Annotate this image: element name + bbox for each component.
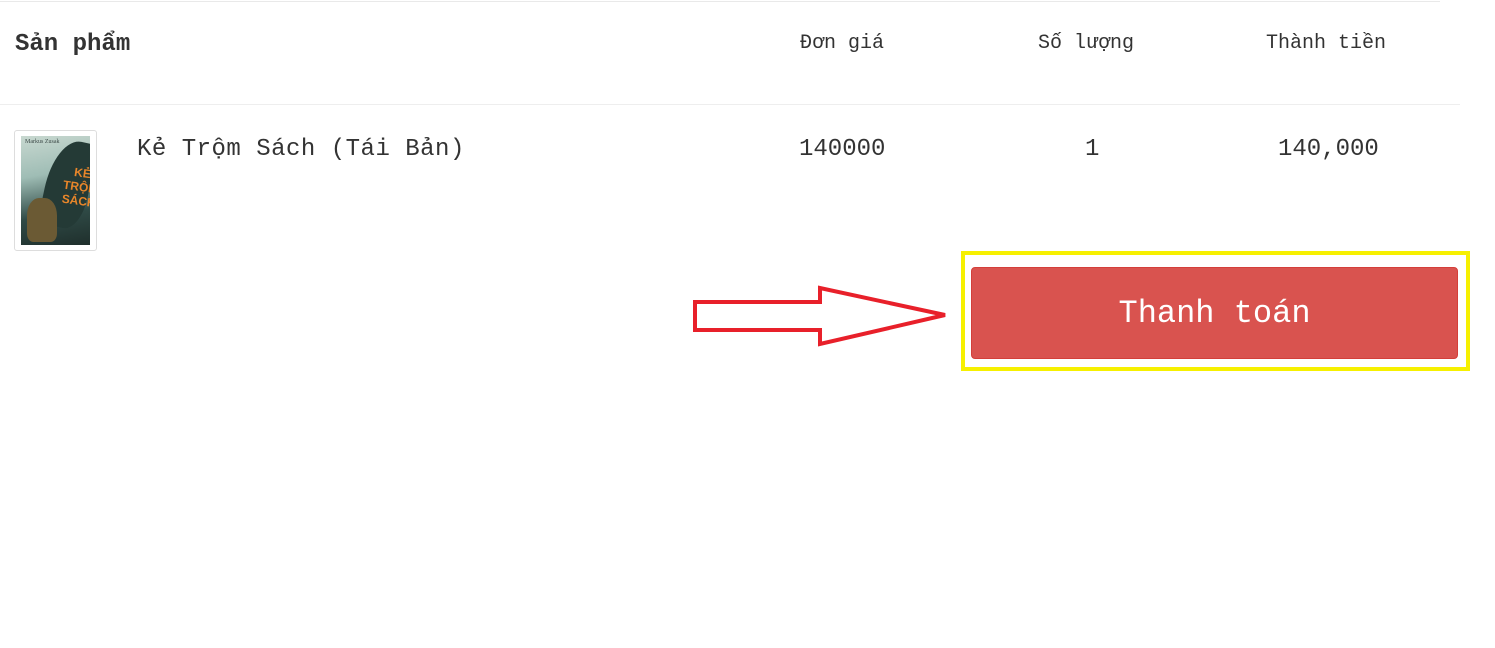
- checkout-button[interactable]: Thanh toán: [971, 267, 1458, 359]
- header-quantity: Số lượng: [1038, 32, 1135, 55]
- product-thumbnail[interactable]: Markus Zusak KẺ TRỘM SÁCH: [14, 130, 97, 251]
- header-unit-price: Đơn giá: [800, 32, 885, 55]
- product-total: 140,000: [1278, 136, 1379, 163]
- cover-author: Markus Zusak: [25, 139, 60, 145]
- book-cover-image: Markus Zusak KẺ TRỘM SÁCH: [21, 136, 90, 245]
- product-quantity: 1: [1085, 136, 1100, 163]
- cover-figure-art: [27, 198, 57, 242]
- product-name[interactable]: Kẻ Trộm Sách (Tái Bản): [137, 136, 465, 163]
- product-unit-price: 140000: [799, 136, 886, 163]
- table-row: Markus Zusak KẺ TRỘM SÁCH Kẻ Trộm Sách (…: [0, 105, 1460, 255]
- header-total: Thành tiền: [1266, 32, 1387, 55]
- header-product: Sản phẩm: [15, 31, 131, 58]
- cart-table-header: Sản phẩm Đơn giá Số lượng Thành tiền: [0, 0, 1460, 105]
- cover-title: KẺ TRỘM SÁCH: [60, 165, 90, 211]
- right-arrow-icon: [693, 285, 946, 347]
